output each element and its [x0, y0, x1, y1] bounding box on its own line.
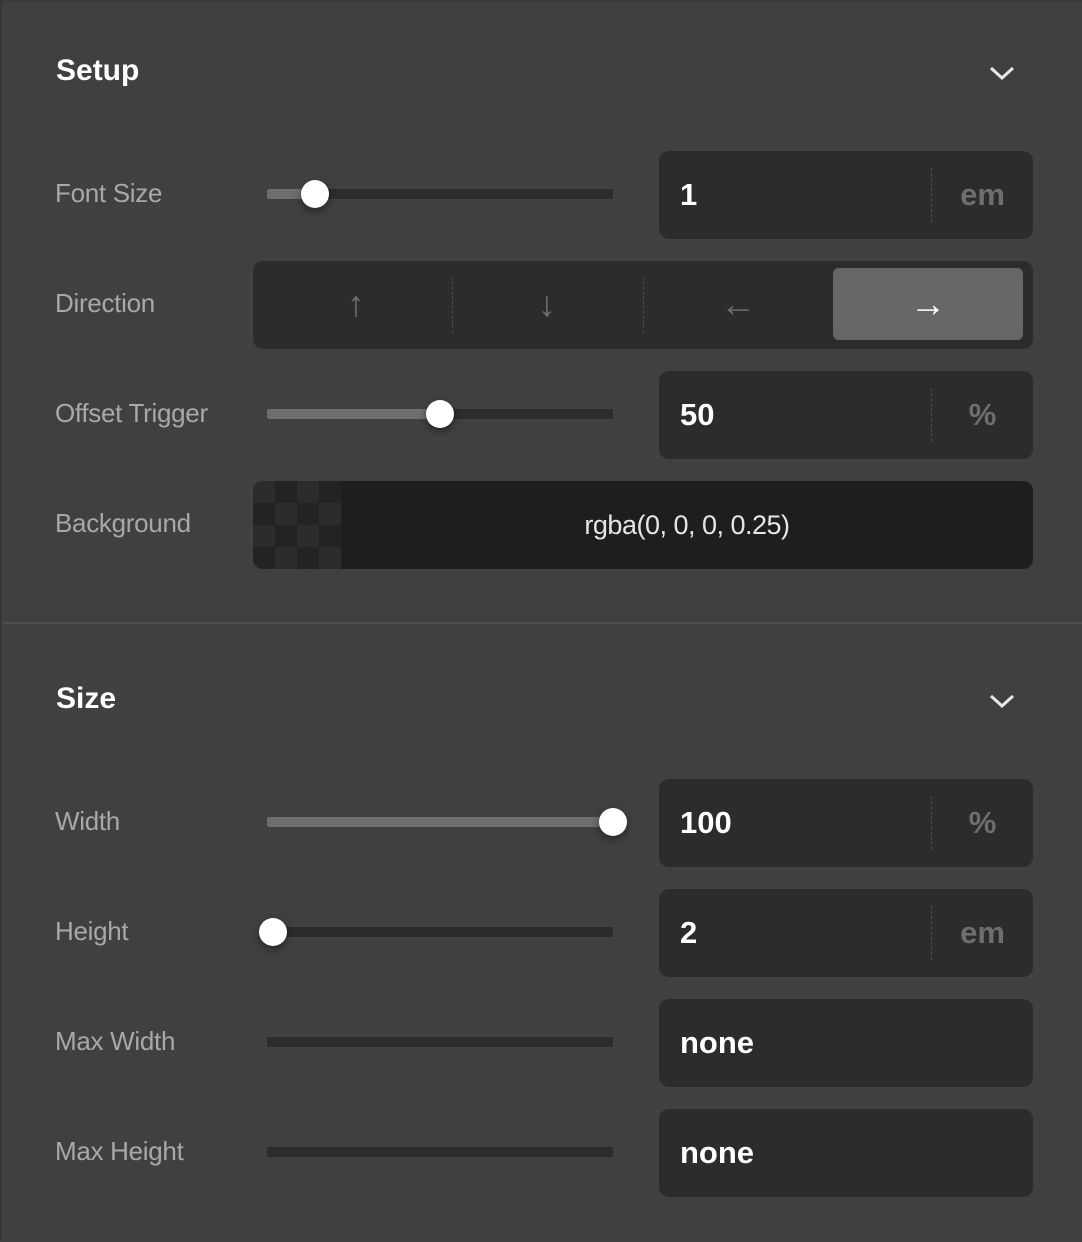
chevron-down-icon[interactable] [988, 64, 1016, 82]
slider-fill [267, 409, 440, 419]
font-size-input[interactable]: 1 em [659, 151, 1033, 239]
width-unit[interactable]: % [932, 779, 1033, 867]
offset-trigger-slider[interactable] [267, 400, 613, 428]
offset-trigger-value[interactable]: 50 [680, 371, 714, 459]
max-height-slider[interactable] [267, 1147, 613, 1157]
max-height-input[interactable]: none [659, 1109, 1033, 1197]
arrow-up-icon[interactable]: ↑ [261, 268, 451, 340]
slider-thumb[interactable] [426, 400, 454, 428]
max-height-label: Max Height [55, 1136, 184, 1166]
offset-trigger-input[interactable]: 50 % [659, 371, 1033, 459]
max-height-value[interactable]: none [680, 1109, 754, 1197]
arrow-left-icon[interactable]: ← [643, 268, 833, 340]
slider-thumb[interactable] [599, 808, 627, 836]
size-section: Size Width 100 % Height 2 em Max Width n… [2, 624, 1082, 1242]
slider-track [267, 1147, 613, 1157]
max-width-input[interactable]: none [659, 999, 1033, 1087]
direction-segmented-control: ↑ ↓ ← → [253, 261, 1033, 349]
width-slider[interactable] [267, 808, 627, 836]
direction-label: Direction [55, 288, 155, 318]
slider-fill [267, 817, 613, 827]
height-unit[interactable]: em [932, 889, 1033, 977]
slider-track [267, 927, 613, 937]
height-slider[interactable] [259, 918, 613, 946]
font-size-unit[interactable]: em [932, 151, 1033, 239]
height-label: Height [55, 916, 129, 946]
setup-section-title[interactable]: Setup [56, 54, 139, 88]
offset-trigger-unit[interactable]: % [932, 371, 1033, 459]
font-size-label: Font Size [55, 178, 163, 208]
height-input[interactable]: 2 em [659, 889, 1033, 977]
max-width-value[interactable]: none [680, 999, 754, 1087]
slider-thumb[interactable] [259, 918, 287, 946]
max-width-label: Max Width [55, 1026, 176, 1056]
arrow-right-icon[interactable]: → [833, 268, 1023, 340]
slider-track [267, 1037, 613, 1047]
font-size-value[interactable]: 1 [680, 151, 697, 239]
color-swatch[interactable] [253, 481, 341, 569]
font-size-slider[interactable] [267, 180, 613, 208]
width-label: Width [55, 806, 120, 836]
background-color-picker[interactable]: rgba(0, 0, 0, 0.25) [253, 481, 1033, 569]
setup-section: Setup Font Size 1 em Direction ↑ ↓ ← → O… [2, 2, 1082, 622]
background-label: Background [55, 508, 191, 538]
background-color-value: rgba(0, 0, 0, 0.25) [584, 510, 790, 540]
offset-trigger-label: Offset Trigger [55, 398, 208, 428]
height-value[interactable]: 2 [680, 889, 697, 977]
max-width-slider[interactable] [267, 1037, 613, 1047]
size-section-title[interactable]: Size [56, 682, 116, 716]
width-input[interactable]: 100 % [659, 779, 1033, 867]
arrow-down-icon[interactable]: ↓ [452, 268, 642, 340]
chevron-down-icon[interactable] [988, 692, 1016, 710]
width-value[interactable]: 100 [680, 779, 732, 867]
slider-thumb[interactable] [301, 180, 330, 208]
